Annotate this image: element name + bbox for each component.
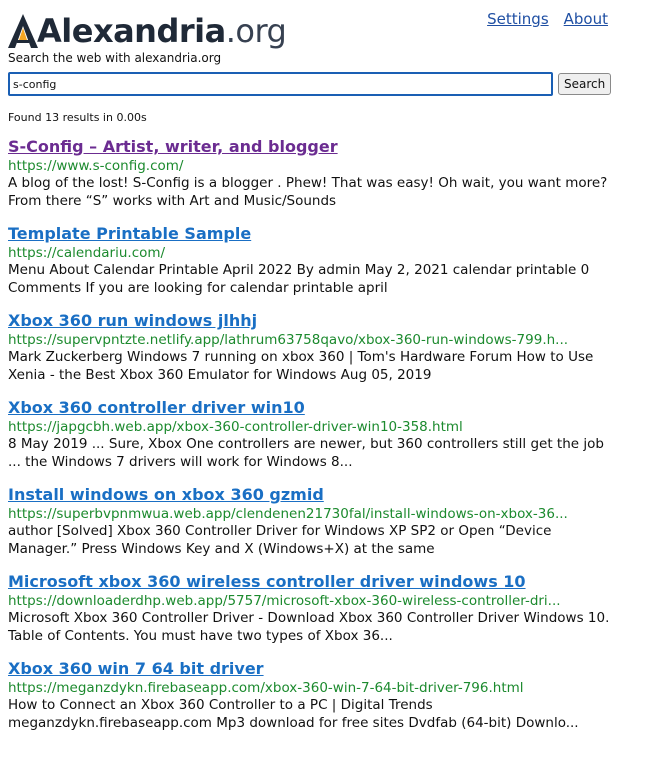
- result-url: https://downloaderdhp.web.app/5757/micro…: [8, 593, 561, 609]
- result-title-link[interactable]: S-Config – Artist, writer, and blogger: [8, 136, 608, 158]
- result-url: https://www.s-config.com/: [8, 158, 184, 174]
- search-button[interactable]: Search: [558, 73, 612, 95]
- result-snippet: Microsoft Xbox 360 Controller Driver - D…: [8, 610, 610, 644]
- result-title-link[interactable]: Xbox 360 controller driver win10: [8, 397, 608, 419]
- result-item: S-Config – Artist, writer, and blogger h…: [8, 136, 608, 223]
- result-item: Xbox 360 win 7 64 bit driver https://meg…: [8, 658, 608, 745]
- result-url: https://supervpntzte.netlify.app/lathrum…: [8, 332, 569, 348]
- result-title-link[interactable]: Install windows on xbox 360 gzmid: [8, 484, 608, 506]
- result-item: Template Printable Sample https://calend…: [8, 223, 608, 310]
- settings-link[interactable]: Settings: [487, 10, 549, 28]
- results-list: S-Config – Artist, writer, and blogger h…: [8, 136, 610, 745]
- alexandria-logo-icon: [8, 14, 38, 48]
- result-item: Xbox 360 controller driver win10 https:/…: [8, 397, 608, 484]
- site-logo[interactable]: Alexandria.org: [8, 4, 287, 50]
- result-url: https://calendariu.com/: [8, 245, 166, 261]
- result-title-link[interactable]: Xbox 360 run windows jlhhj: [8, 310, 608, 332]
- header: Alexandria.org Settings About: [8, 4, 608, 52]
- search-bar: Search: [8, 72, 612, 96]
- result-snippet: 8 May 2019 ... Sure, Xbox One controller…: [8, 436, 604, 470]
- result-item: Install windows on xbox 360 gzmid https:…: [8, 484, 608, 571]
- result-item: Xbox 360 run windows jlhhj https://super…: [8, 310, 608, 397]
- result-title-link[interactable]: Template Printable Sample: [8, 223, 608, 245]
- result-count: Found 13 results in 0.00s: [8, 111, 147, 124]
- result-url: https://superbvpnmwua.web.app/clendenen2…: [8, 506, 568, 522]
- result-snippet: How to Connect an Xbox 360 Controller to…: [8, 697, 579, 731]
- result-snippet: A blog of the lost! S-Config is a blogge…: [8, 175, 608, 209]
- logo-text: Alexandria.org: [37, 12, 287, 50]
- result-snippet: author [Solved] Xbox 360 Controller Driv…: [8, 523, 552, 557]
- tagline: Search the web with alexandria.org: [8, 51, 222, 65]
- top-nav: Settings About: [487, 10, 608, 28]
- result-snippet: Mark Zuckerberg Windows 7 running on xbo…: [8, 349, 594, 383]
- search-input[interactable]: [8, 72, 553, 96]
- result-snippet: Menu About Calendar Printable April 2022…: [8, 262, 590, 296]
- result-url: https://meganzdykn.firebaseapp.com/xbox-…: [8, 680, 524, 696]
- result-item: Microsoft xbox 360 wireless controller d…: [8, 571, 610, 658]
- result-title-link[interactable]: Microsoft xbox 360 wireless controller d…: [8, 571, 608, 593]
- logo-bold: Alexandria: [37, 12, 226, 50]
- about-link[interactable]: About: [564, 10, 608, 28]
- result-title-link[interactable]: Xbox 360 win 7 64 bit driver: [8, 658, 608, 680]
- logo-light: .org: [225, 12, 287, 50]
- result-url: https://japgcbh.web.app/xbox-360-control…: [8, 419, 463, 435]
